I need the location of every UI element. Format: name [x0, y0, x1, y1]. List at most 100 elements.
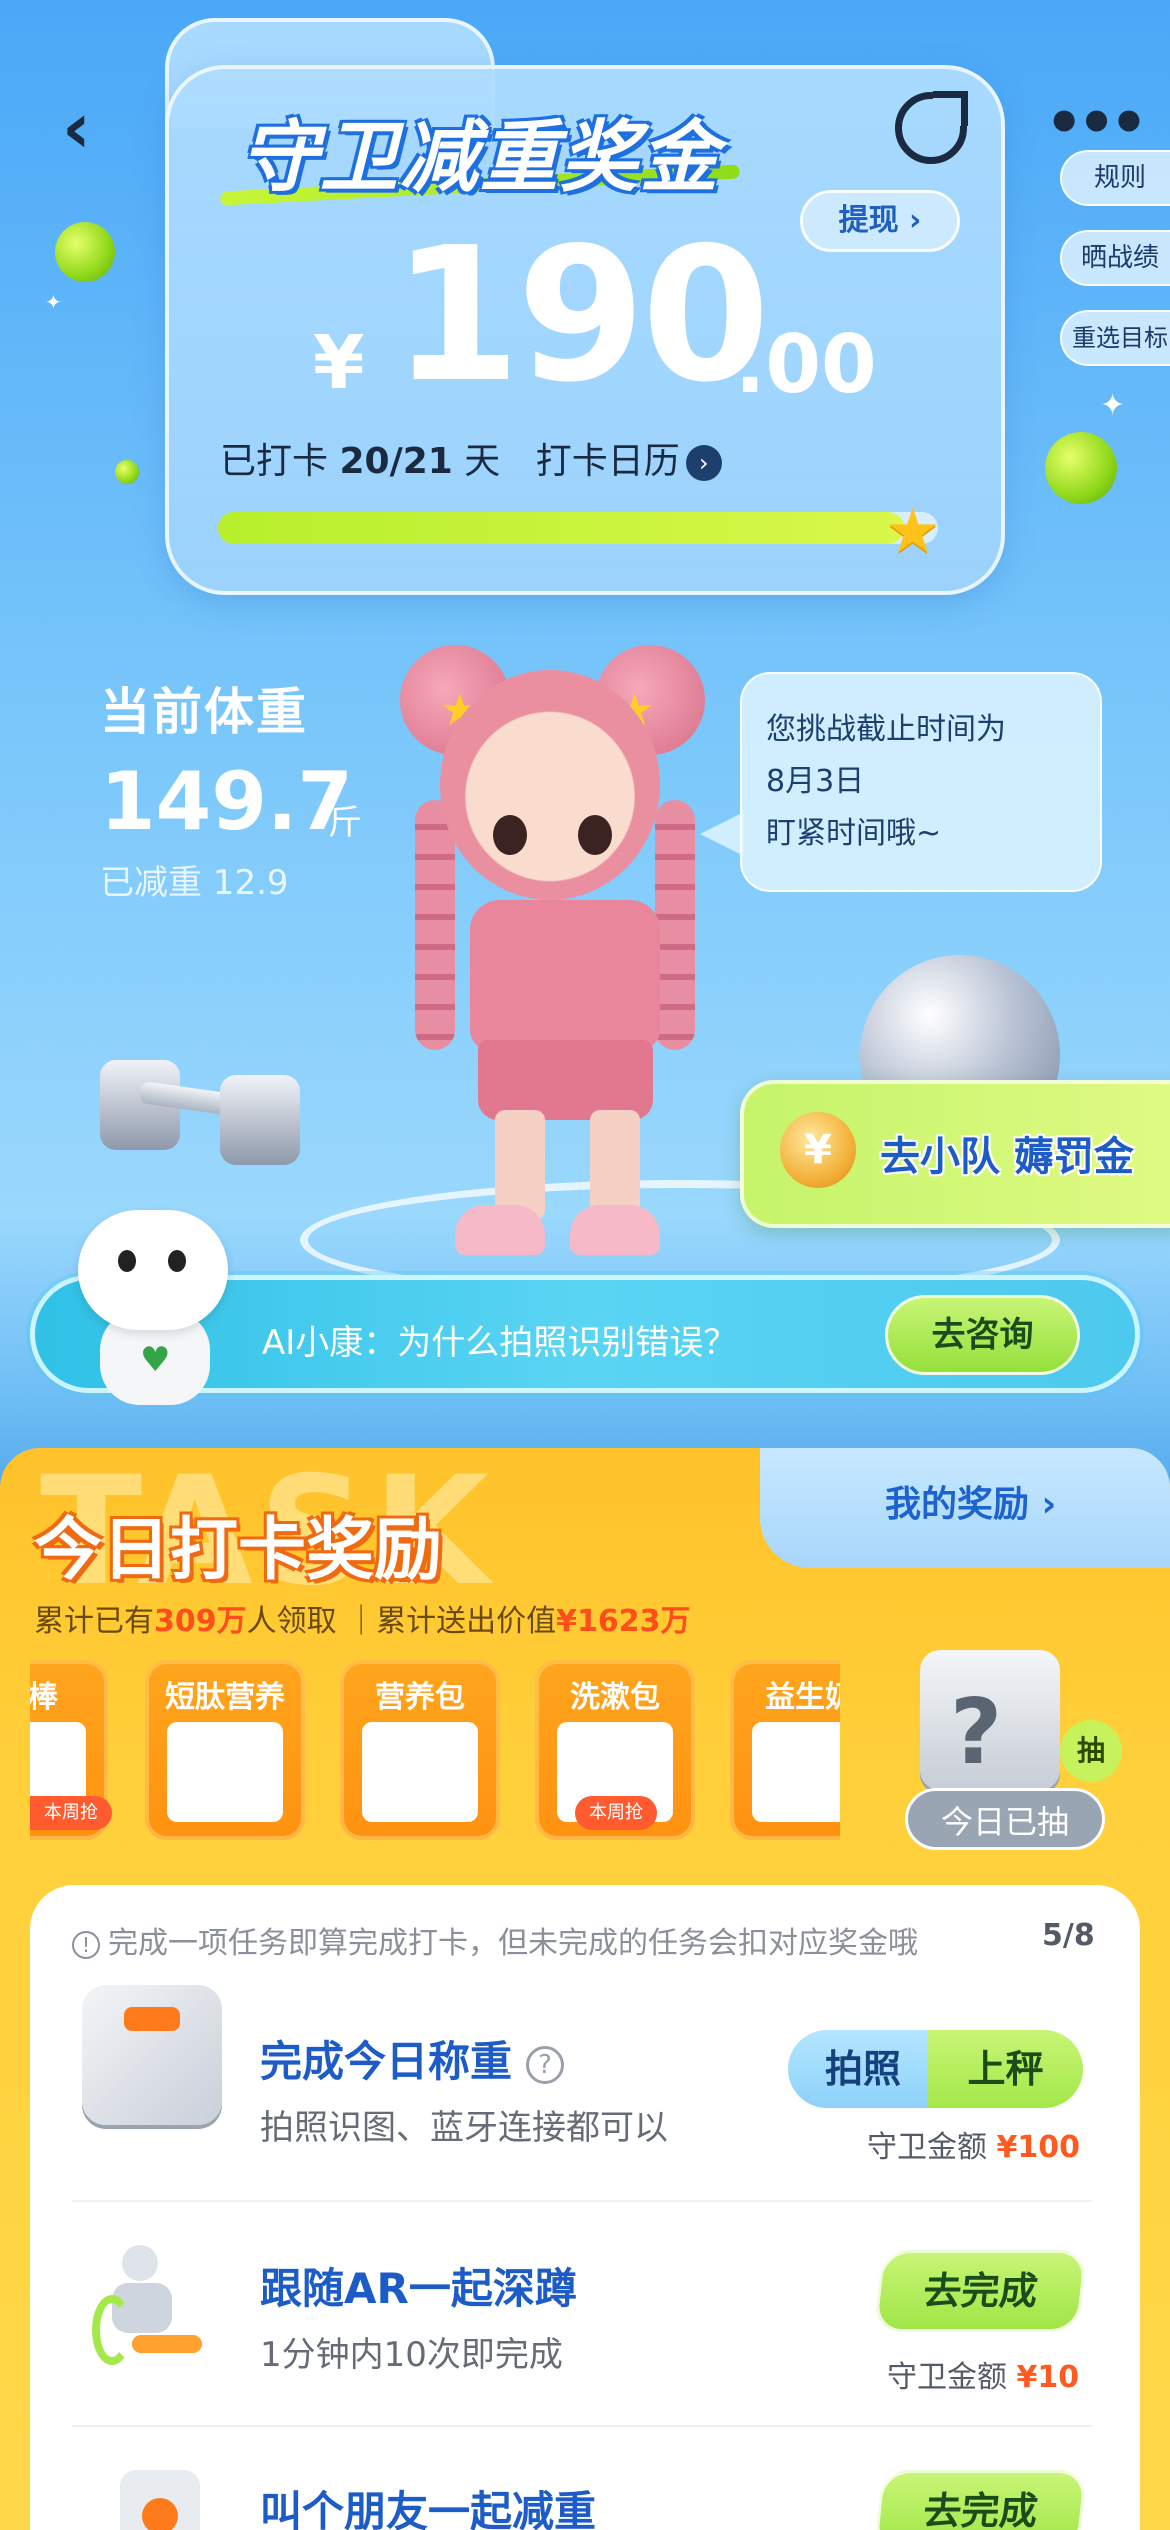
reward-label: 洗漱包 [570, 1680, 660, 1715]
squat-figure-icon [82, 2235, 222, 2375]
reward-label: 守卫金额 [887, 2360, 1007, 2395]
checkin-status: 已打卡 20/21 天 打卡日历 › [220, 432, 722, 484]
coin-icon: ¥ [780, 1112, 856, 1188]
amount-currency: ¥ [313, 320, 365, 406]
reward-label: 拿棒 [30, 1680, 58, 1715]
doll-image [478, 1040, 653, 1120]
complete-button[interactable]: 去完成 [873, 2250, 1088, 2332]
task-reward: 守卫金额 ¥100 [867, 2122, 1080, 2166]
task-title: 叫个朋友一起减重 [260, 2487, 597, 2530]
doll-image [455, 1205, 545, 1255]
side-menu-reselect-goal[interactable]: 重选目标 [1060, 310, 1170, 366]
ai-question: AI小康：为什么拍照识别错误？ [262, 1323, 738, 1363]
more-icon[interactable]: ••• [1045, 93, 1148, 153]
chevron-right-icon: › [685, 445, 722, 481]
scale-icon [82, 1985, 222, 2125]
complete-button[interactable]: 去完成 [873, 2470, 1088, 2530]
my-reward-link[interactable]: 我的奖励 › [885, 1475, 1056, 1527]
weight-value: 149.7 [100, 755, 354, 848]
scale-button[interactable]: 上秤 [928, 2030, 1083, 2108]
calendar-link[interactable]: 打卡日历 › [536, 441, 722, 482]
question-mark-icon: ? [950, 1680, 1003, 1785]
draw-badge: 抽 [1060, 1720, 1122, 1782]
speech-line: 8月3日 [766, 764, 865, 799]
tennis-ball-icon [115, 460, 139, 484]
mascot-image [78, 1210, 228, 1330]
doll-image [495, 1110, 545, 1220]
calendar-label: 打卡日历 [535, 441, 680, 482]
mascot-image [118, 1250, 136, 1272]
stats-mid: 人领取 ｜累计送出价值 [246, 1604, 557, 1639]
panel-title: 今日打卡奖励 [34, 1511, 443, 1590]
reward-label: 益生奶 [765, 1680, 840, 1715]
dumbbell-image [220, 1075, 300, 1165]
doll-image [570, 1205, 660, 1255]
product-image [167, 1722, 283, 1822]
stats-value: ¥1623万 [556, 1604, 691, 1639]
photo-button[interactable]: 拍照 [788, 2030, 938, 2108]
reward-carousel[interactable]: 拿棒 本周抢 短肽营养 营养包 洗漱包 本周抢 益生奶 [30, 1660, 840, 1840]
task-title: 完成今日称重? [260, 2028, 565, 2089]
checkin-prefix: 已打卡 [220, 441, 329, 482]
page-title: 守卫减重奖金 [240, 113, 721, 203]
checkin-unit: 天 [464, 441, 501, 482]
reward-amount: ¥100 [996, 2130, 1081, 2165]
withdraw-button[interactable]: 提现 › [800, 190, 960, 252]
reward-item[interactable]: 益生奶 [730, 1660, 840, 1840]
tennis-ball-icon [1045, 432, 1117, 504]
amount-integer: 190 [392, 207, 770, 423]
side-menu-rules[interactable]: 规则 [1060, 150, 1170, 206]
reward-item[interactable]: 短肽营养 [145, 1660, 305, 1840]
product-image [362, 1722, 478, 1822]
speech-line: 您挑战截止时间为 [766, 712, 1006, 747]
doll-image [590, 1110, 640, 1220]
star-icon: ★ [885, 494, 941, 567]
team-penalty-label: 去小队 薅罚金 [880, 1134, 1134, 1180]
stats-people: 309万 [154, 1604, 247, 1639]
heart-icon: ♥ [140, 1340, 171, 1380]
checkin-progress: 20/21 [339, 441, 453, 482]
task-desc: 拍照识图、蓝牙连接都可以 [260, 2108, 668, 2148]
drawn-status: 今日已抽 [905, 1788, 1105, 1850]
weekly-badge: 本周抢 [575, 1796, 657, 1830]
reward-item[interactable]: 拿棒 本周抢 [30, 1660, 112, 1840]
speech-line: 盯紧时间哦~ [766, 816, 942, 851]
reward-label: 营养包 [375, 1680, 465, 1715]
sparkle-icon: ✦ [1100, 388, 1126, 423]
task-list-card [30, 1885, 1140, 2530]
reward-amount: ¥10 [1016, 2360, 1080, 2395]
task-count: 5/8 [1042, 1918, 1095, 1953]
phone-icon [120, 2470, 200, 2530]
checkin-progress-fill [218, 512, 904, 544]
weight-label: 当前体重 [100, 683, 308, 741]
task-title: 跟随AR一起深蹲 [260, 2264, 577, 2313]
reward-item[interactable]: 营养包 [340, 1660, 500, 1840]
speech-bubble-tail [700, 812, 744, 856]
doll-image [415, 800, 455, 1050]
doll-image [440, 670, 660, 900]
weight-unit: 斤 [328, 803, 362, 843]
tennis-ball-icon [55, 222, 115, 282]
doll-image [470, 900, 660, 1050]
reward-stats: 累计已有309万人领取 ｜累计送出价值¥1623万 [34, 1596, 691, 1640]
doll-image [493, 815, 527, 855]
divider [72, 2200, 1092, 2202]
share-icon[interactable] [895, 91, 968, 164]
sparkle-icon: ✦ [45, 290, 62, 314]
task-notice: ! 完成一项任务即算完成打卡，但未完成的任务会扣对应奖金哦 [72, 1918, 918, 1962]
reward-label: 短肽营养 [165, 1680, 285, 1715]
back-icon[interactable]: ‹ [62, 93, 112, 163]
mascot-image [168, 1250, 186, 1272]
amount-decimal: .00 [735, 318, 877, 411]
divider [72, 2425, 1092, 2427]
side-menu-show-results[interactable]: 晒战绩 [1060, 230, 1170, 286]
info-icon: ! [72, 1930, 100, 1959]
reward-item[interactable]: 洗漱包 本周抢 [535, 1660, 695, 1840]
weekly-badge: 本周抢 [30, 1796, 112, 1830]
notice-text: 完成一项任务即算完成打卡，但未完成的任务会扣对应奖金哦 [108, 1926, 918, 1961]
deadline-speech-bubble: 您挑战截止时间为 8月3日 盯紧时间哦~ [740, 672, 1102, 892]
product-image [752, 1722, 840, 1822]
stats-prefix: 累计已有 [34, 1604, 154, 1639]
consult-button[interactable]: 去咨询 [885, 1295, 1080, 1375]
help-icon[interactable]: ? [526, 2045, 565, 2084]
